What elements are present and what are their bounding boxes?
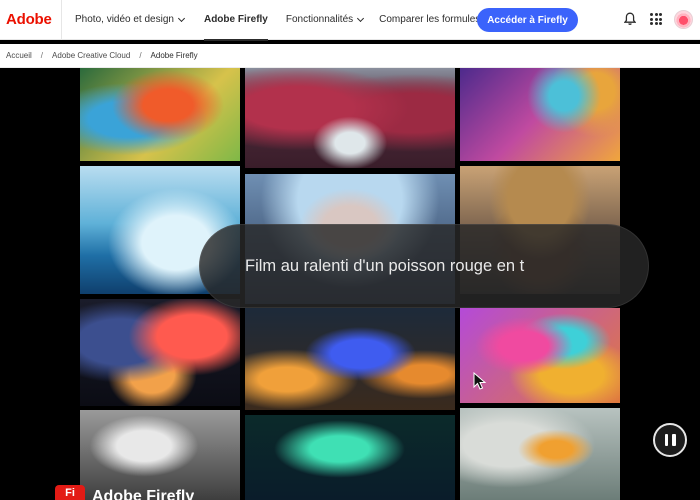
breadcrumb-current: Adobe Firefly [150, 51, 198, 60]
pause-button[interactable] [653, 423, 687, 457]
gallery-tile-waterfall [245, 68, 455, 168]
nav-adobe-firefly-label: Adobe Firefly [203, 14, 268, 25]
nav-photo-video-design-label: Photo, vidéo et design [75, 14, 174, 25]
mouse-cursor-icon [473, 372, 487, 390]
gallery-tile-balloons [80, 299, 240, 406]
breadcrumb: Accueil / Adobe Creative Cloud / Adobe F… [0, 44, 700, 68]
breadcrumb-separator: / [139, 51, 142, 60]
adobe-logo[interactable]: Adobe [0, 0, 62, 40]
gallery-tile-monster [245, 308, 455, 410]
prompt-overlay: Film au ralenti d'un poisson rouge en t [199, 224, 649, 308]
chevron-down-icon [177, 14, 186, 22]
adobe-logo-text: Adobe [6, 11, 52, 28]
prompt-text: Film au ralenti d'un poisson rouge en t [245, 256, 525, 275]
product-heading: Fi Adobe Firefly [55, 485, 194, 500]
access-firefly-button[interactable]: Accéder à Firefly [477, 8, 578, 32]
pause-icon [664, 434, 668, 446]
nav-fonctionnalites[interactable]: Fonctionnalités [285, 0, 365, 40]
chevron-down-icon [357, 14, 365, 22]
nav-adobe-firefly[interactable]: Adobe Firefly [203, 0, 268, 41]
gallery-tile-insect [460, 68, 620, 161]
nav-comparer-formules[interactable]: Comparer les formules [379, 0, 480, 40]
hero-video[interactable]: Film au ralenti d'un poisson rouge en t … [0, 68, 700, 500]
apps-grid-icon[interactable] [650, 13, 662, 25]
nav-photo-video-design[interactable]: Photo, vidéo et design [75, 0, 186, 40]
gallery-tile-parrot [80, 68, 240, 161]
top-navigation: Adobe Photo, vidéo et design Adobe Firef… [0, 0, 700, 41]
avatar[interactable] [674, 10, 693, 29]
breadcrumb-home[interactable]: Accueil [6, 51, 32, 60]
breadcrumb-separator: / [40, 51, 44, 60]
nav-fonctionnalites-label: Fonctionnalités [285, 14, 354, 25]
nav-comparer-formules-label: Comparer les formules [379, 14, 481, 25]
gallery-tile-aurora [245, 415, 455, 500]
gallery-tile-toucan [460, 408, 620, 500]
bell-icon[interactable] [624, 12, 636, 26]
firefly-logo: Fi [55, 485, 85, 500]
product-title: Adobe Firefly [92, 488, 195, 500]
breadcrumb-creative-cloud[interactable]: Adobe Creative Cloud [52, 51, 130, 60]
